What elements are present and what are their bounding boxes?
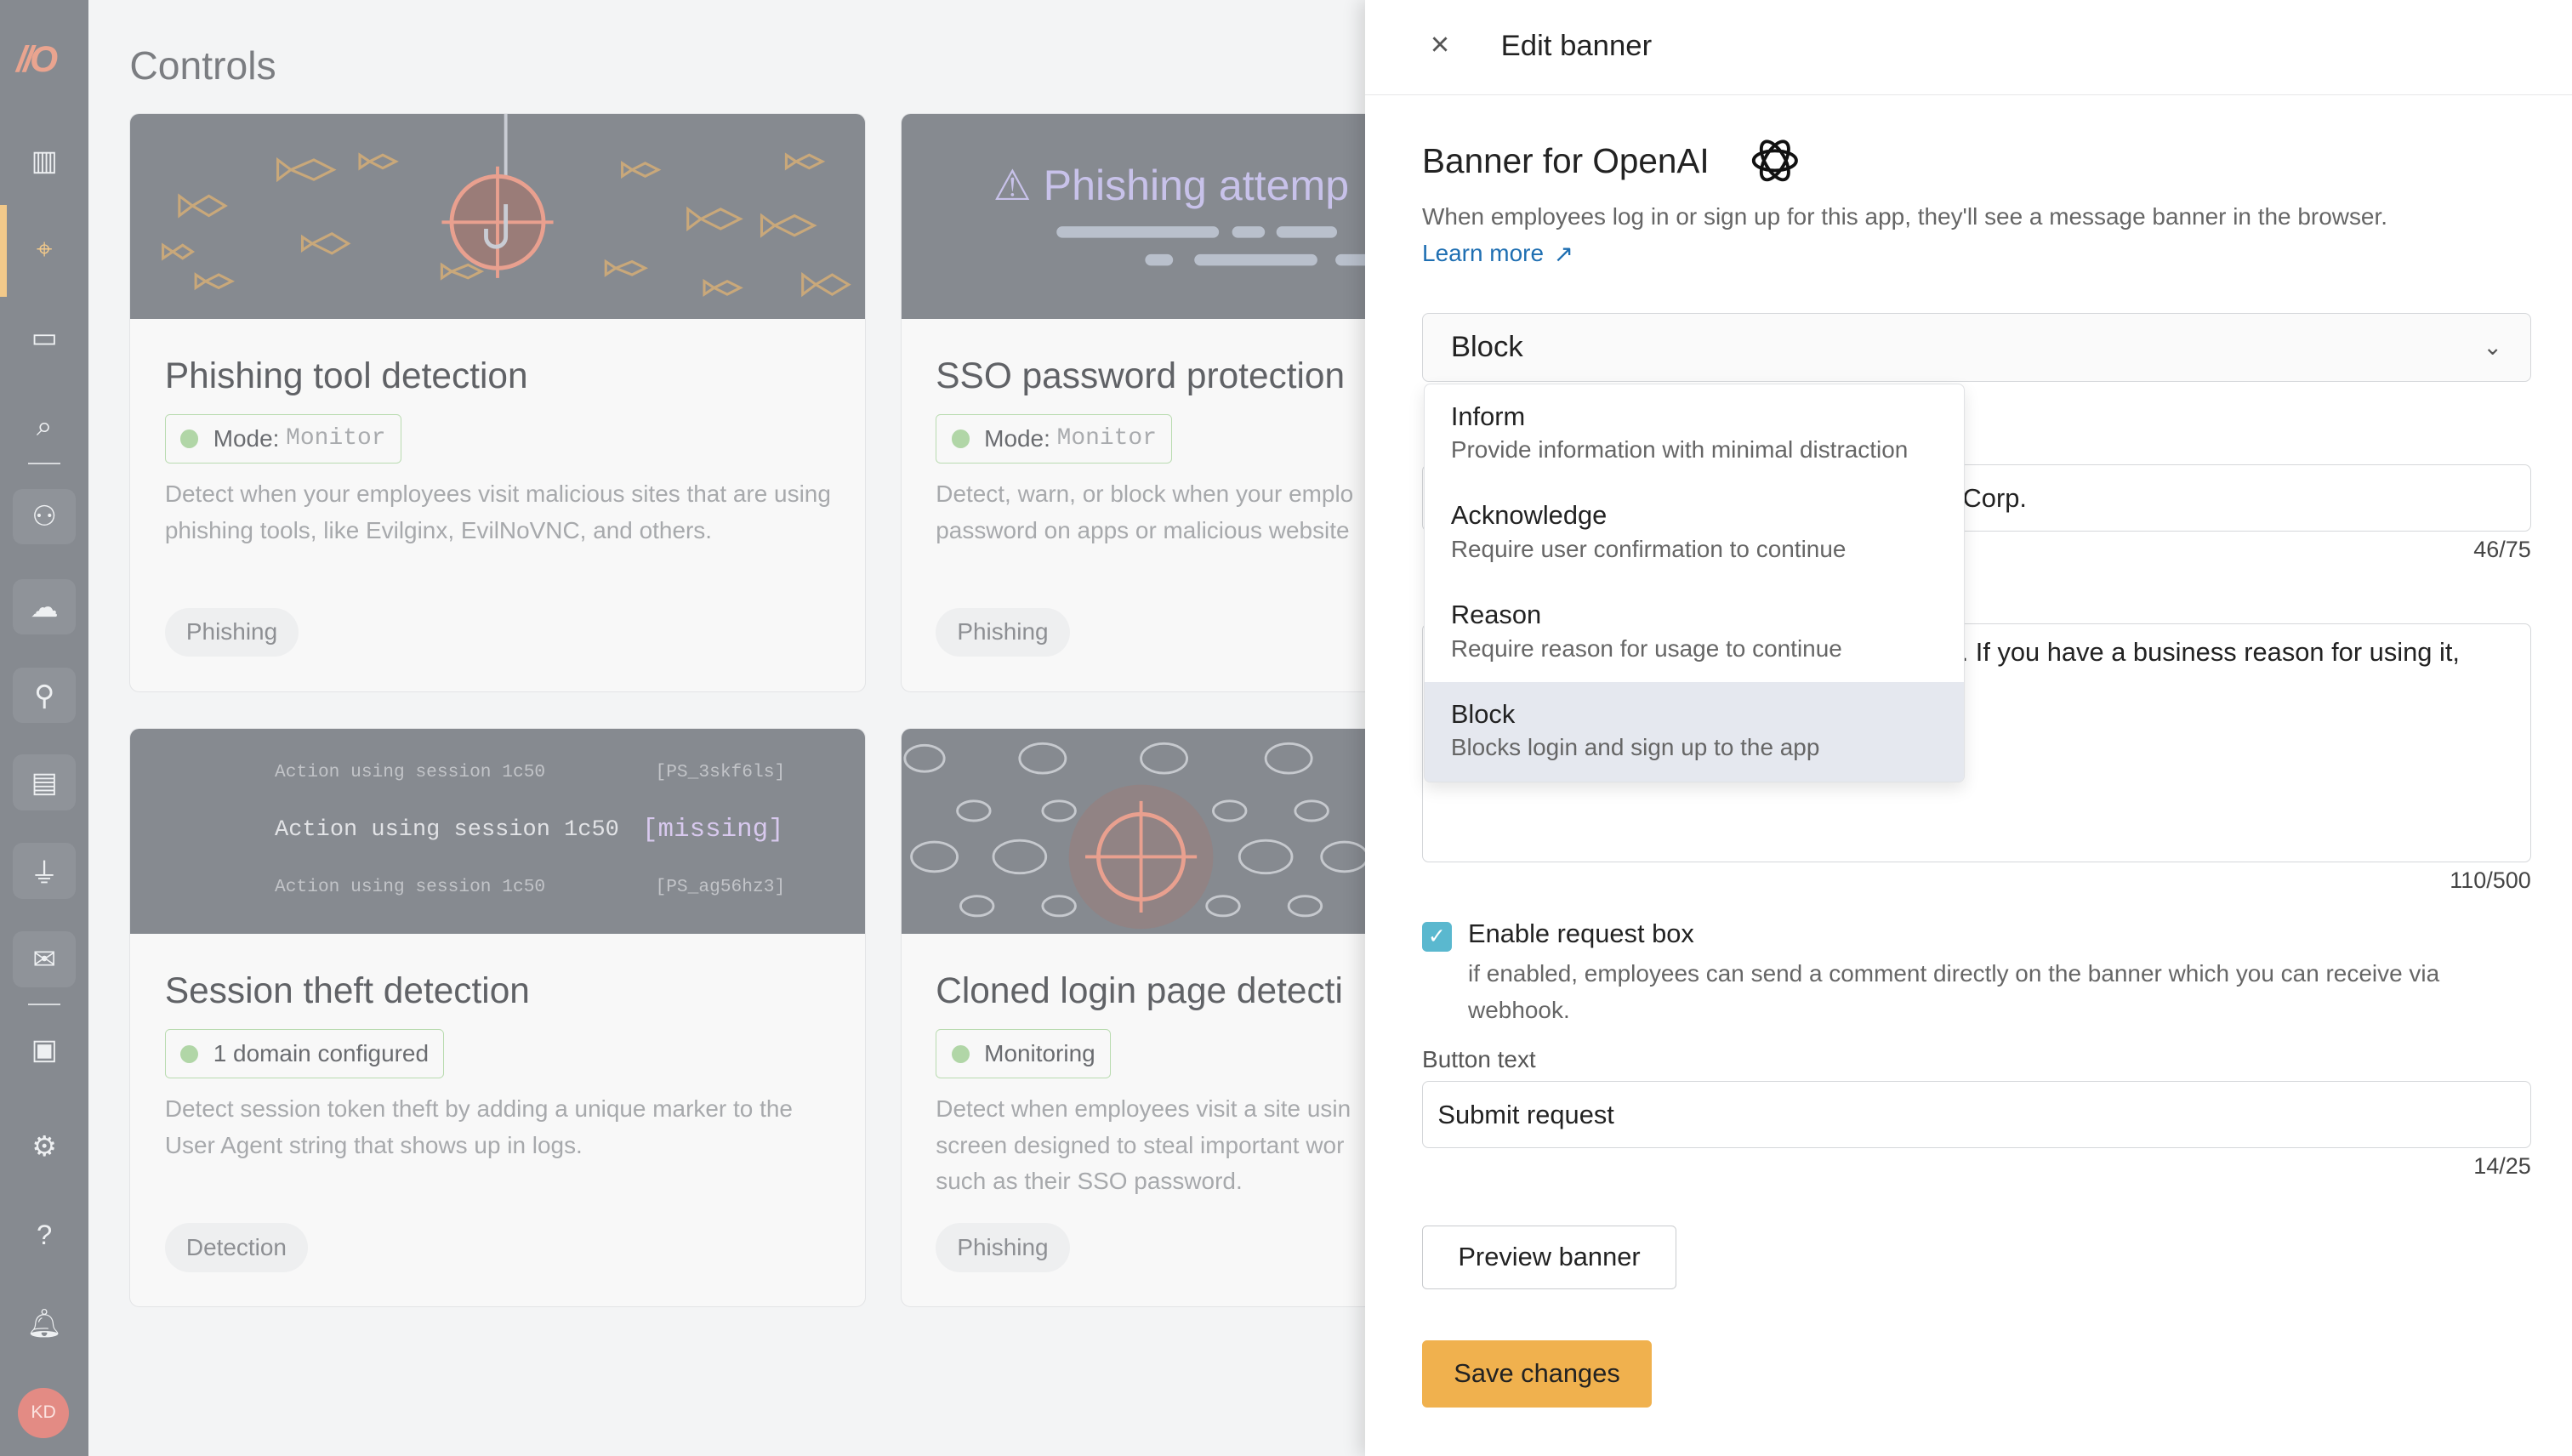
domain-badge: 1 domain configured [164,1029,445,1079]
card-phishing-tool-detection[interactable]: Phishing tool detection Mode: Monitor Det… [129,113,867,692]
save-changes-button[interactable]: Save changes [1422,1339,1653,1408]
badge-label: Monitoring [984,1040,1095,1067]
option-acknowledge[interactable]: Acknowledge Require user confirmation to … [1425,484,1964,583]
title-counter: 46/75 [2473,536,2531,562]
fish-hook-illustration [130,114,866,320]
request-box-checkbox[interactable]: ✓ [1422,921,1452,952]
banner-type-select[interactable]: Block ⌄ [1422,313,2531,383]
card-description: Detect when employees visit a site usin … [936,1095,1351,1195]
banner-heading: Banner for OpenAI [1422,140,1710,180]
browser-icon[interactable]: ▤ [13,754,76,810]
users-icon[interactable]: ⚇ [13,488,76,545]
banner-type-dropdown: Inform Provide information with minimal d… [1423,384,1966,782]
cloud-icon[interactable]: ☁ [13,578,76,635]
activity-icon[interactable]: ▭ [13,310,75,366]
message-counter: 110/500 [2450,867,2531,894]
main-content: Controls Phishing tool detection Mode: M… [88,0,1637,1456]
request-box-help: if enabled, employees can send a comment… [1468,960,2440,1023]
openai-logo-icon [1751,139,1798,182]
preview-banner-button[interactable]: Preview banner [1422,1225,1676,1289]
device-icon[interactable]: ▣ [13,1021,75,1078]
mode-badge: Mode: Monitor [936,413,1173,464]
option-block[interactable]: Block Blocks login and sign up to the app [1424,682,1965,782]
category-tag: Phishing [164,607,299,657]
status-dot [180,1044,199,1063]
avatar[interactable]: KD [18,1387,69,1439]
card-description: Detect when your employees visit malicio… [164,481,831,543]
page-title: Controls [129,43,276,88]
external-link-icon: ↗ [1553,240,1573,267]
status-badge: Monitoring [936,1029,1112,1079]
status-dot [180,429,199,448]
badge-value: Monitor [286,425,386,452]
divider [27,1004,61,1006]
card-description: Detect session token theft by adding a u… [164,1095,793,1158]
category-tag: Phishing [936,1222,1070,1272]
session-log-illustration: Action using session 1c50 [PS_3skf6ls] A… [130,729,866,935]
card-title: Session theft detection [164,970,530,1010]
button-text-label: Button text [1422,1046,1536,1073]
user-search-icon[interactable]: ⚲ [13,667,76,724]
category-tag: Phishing [936,607,1070,657]
card-session-theft-detection[interactable]: Action using session 1c50 [PS_3skf6ls] A… [129,728,867,1308]
edit-banner-panel: × Edit banner Banner for OpenAI When emp… [1364,0,2572,1456]
option-inform[interactable]: Inform Provide information with minimal d… [1425,384,1964,484]
badge-value: Monitor [1056,425,1157,452]
active-indicator [0,205,7,298]
mode-badge: Mode: Monitor [164,413,401,464]
chevron-down-icon: ⌄ [2483,334,2502,361]
card-title: SSO password protection [936,355,1346,395]
banner-description: When employees log in or sign up for thi… [1422,203,2388,230]
plug-icon[interactable]: ⏚ [13,843,76,899]
learn-more-link[interactable]: Learn more ↗ [1422,240,1573,268]
status-dot [951,1044,970,1063]
crosshair-icon[interactable]: ⌖ [13,221,75,277]
gear-icon[interactable]: ⚙ [13,1118,75,1174]
card-description: Detect, warn, or block when your emplo p… [936,481,1354,543]
select-value: Block [1450,331,1523,364]
option-reason[interactable]: Reason Require reason for usage to contin… [1425,583,1964,683]
panel-header: × Edit banner [1364,0,2572,95]
panel-title: Edit banner [1500,29,1653,62]
bell-icon[interactable]: 🔔︎ [13,1296,75,1352]
request-box-label: Enable request box [1468,918,1694,948]
sidebar: //O ▥ ⌖ ▭ ⌕ ⚇ ☁ ⚲ ▤ ⏚ ✉ ▣ ⚙ ? 🔔︎ KD [0,0,89,1456]
mail-icon[interactable]: ✉ [13,931,76,987]
help-icon[interactable]: ? [13,1207,75,1263]
card-title: Cloned login page detecti [936,970,1343,1010]
search-chart-icon[interactable]: ⌕ [13,399,75,455]
divider [27,462,61,464]
card-title: Phishing tool detection [164,355,528,395]
button-text-counter: 14/25 [2473,1152,2531,1179]
badge-label: 1 domain configured [213,1040,430,1067]
badge-label: Mode: [984,424,1050,452]
badge-label: Mode: [213,424,280,452]
bar-chart-icon[interactable]: ▥ [13,133,75,189]
button-text-input[interactable]: Submit request [1422,1080,2531,1148]
close-icon[interactable]: × [1431,26,1450,64]
category-tag: Detection [164,1222,309,1272]
status-dot [951,429,970,448]
logo: //O [16,39,58,80]
